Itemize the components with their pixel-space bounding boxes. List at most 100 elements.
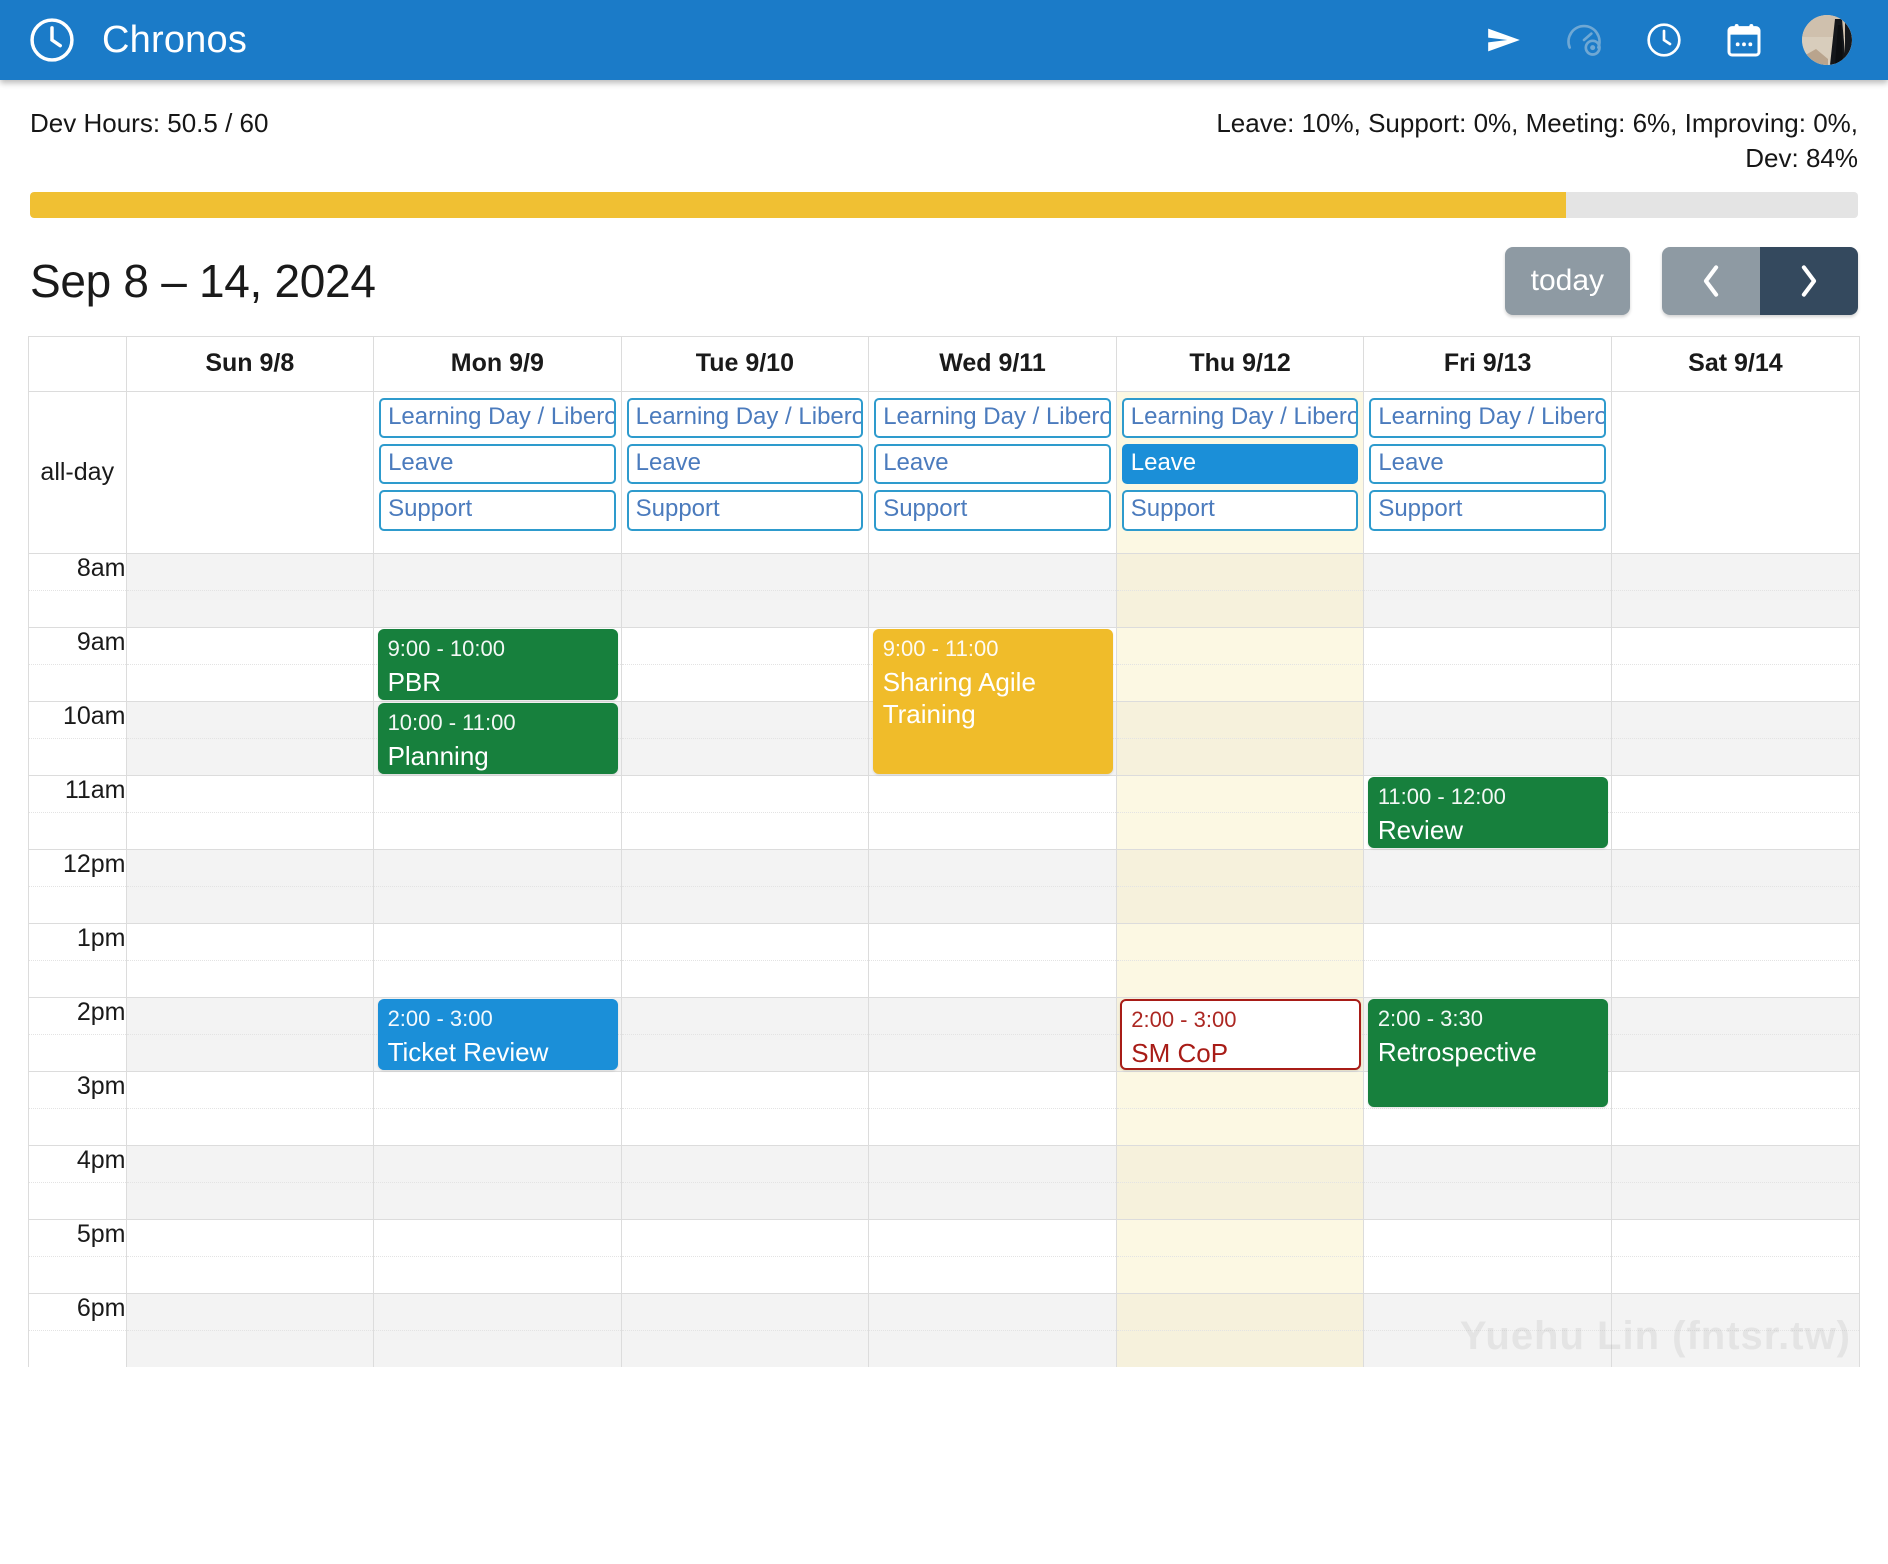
day-header-fri[interactable]: Fri 9/13 (1363, 337, 1612, 392)
time-slot-cell[interactable] (125, 1255, 375, 1294)
time-slot-cell[interactable] (620, 848, 870, 887)
time-slot-cell[interactable] (373, 1181, 622, 1220)
time-slot-cell[interactable] (1115, 1107, 1365, 1146)
time-slot-cell[interactable] (373, 774, 622, 813)
time-slot-cell[interactable] (1610, 1292, 1859, 1331)
all-day-chip[interactable]: Learning Day / Libero (626, 397, 864, 439)
time-slot-cell[interactable] (620, 626, 870, 665)
time-slot-cell[interactable] (373, 1292, 622, 1331)
time-slot-cell[interactable] (373, 885, 622, 924)
all-day-chip[interactable]: Learning Day / Libero (1121, 397, 1359, 439)
all-day-chip[interactable]: Learning Day / Libero (874, 397, 1111, 439)
time-slot-cell[interactable] (1363, 1255, 1612, 1294)
time-slot-cell[interactable] (1363, 922, 1612, 961)
time-slot-cell[interactable] (868, 996, 1117, 1035)
time-slot-cell[interactable] (1363, 959, 1612, 998)
time-slot-cell[interactable] (125, 996, 375, 1035)
time-slot-cell[interactable] (1363, 1144, 1612, 1183)
time-slot-cell[interactable] (868, 959, 1117, 998)
time-slot-cell[interactable] (1115, 922, 1365, 961)
calendar-event[interactable]: 9:00 - 10:00 PBR (377, 629, 619, 701)
time-slot-cell[interactable] (373, 811, 622, 850)
time-slot-cell[interactable] (1115, 885, 1365, 924)
all-day-cell[interactable]: Learning Day / Libero Leave Support (373, 390, 622, 554)
time-slot-cell[interactable] (125, 626, 375, 665)
calendar-event[interactable]: 2:00 - 3:00 Ticket Review (377, 999, 619, 1071)
time-slot-cell[interactable] (620, 1329, 870, 1368)
all-day-chip[interactable]: Leave (1369, 444, 1606, 485)
time-slot-cell[interactable] (125, 1033, 375, 1072)
day-header-sun[interactable]: Sun 9/8 (125, 337, 375, 392)
time-slot-cell[interactable] (125, 1218, 375, 1257)
time-slot-cell[interactable] (373, 1144, 622, 1183)
time-slot-cell[interactable] (1610, 922, 1859, 961)
calendar-event[interactable]: 10:00 - 11:00 Planning (377, 703, 619, 775)
all-day-cell[interactable]: Learning Day / Libero Leave Support (1363, 390, 1612, 554)
time-slot-cell[interactable] (1610, 774, 1859, 813)
time-slot-cell[interactable] (125, 1329, 375, 1368)
time-slot-cell[interactable] (868, 1070, 1117, 1109)
time-slot-cell[interactable] (373, 848, 622, 887)
time-slot-cell[interactable] (1115, 848, 1365, 887)
time-slot-cell[interactable] (373, 552, 622, 591)
time-slot-cell[interactable] (620, 1144, 870, 1183)
dashboard-icon[interactable] (1562, 18, 1606, 62)
time-slot-cell[interactable] (373, 922, 622, 961)
time-slot-cell[interactable] (1610, 589, 1859, 628)
time-slot-cell[interactable] (1610, 811, 1859, 850)
all-day-chip[interactable]: Leave (626, 444, 864, 485)
time-slot-cell[interactable] (868, 1107, 1117, 1146)
time-slot-cell[interactable] (125, 848, 375, 887)
time-slot-cell[interactable] (125, 1181, 375, 1220)
time-slot-cell[interactable] (868, 1255, 1117, 1294)
time-slot-cell[interactable] (1363, 848, 1612, 887)
time-slot-cell[interactable] (1610, 1218, 1859, 1257)
time-slot-cell[interactable] (620, 1218, 870, 1257)
time-slot-cell[interactable] (868, 811, 1117, 850)
time-slot-cell[interactable] (125, 811, 375, 850)
time-slot-cell[interactable] (1363, 1329, 1612, 1368)
time-slot-cell[interactable] (620, 922, 870, 961)
time-slot-cell[interactable] (868, 848, 1117, 887)
time-slot-cell[interactable] (1115, 811, 1365, 850)
time-slot-cell[interactable] (1115, 1218, 1365, 1257)
time-slot-cell[interactable] (1115, 737, 1365, 776)
time-slot-cell[interactable] (373, 1070, 622, 1109)
time-slot-cell[interactable] (1610, 700, 1859, 739)
time-slot-cell[interactable] (1115, 552, 1365, 591)
all-day-cell[interactable] (1610, 390, 1859, 554)
time-slot-cell[interactable] (620, 774, 870, 813)
time-slot-cell[interactable] (620, 885, 870, 924)
time-slot-cell[interactable] (1363, 663, 1612, 702)
time-slot-cell[interactable] (1610, 848, 1859, 887)
time-slot-cell[interactable] (1115, 959, 1365, 998)
calendar-event[interactable]: 11:00 - 12:00 Review (1367, 777, 1609, 849)
prev-week-button[interactable] (1662, 247, 1760, 316)
time-slot-cell[interactable] (1115, 589, 1365, 628)
time-slot-cell[interactable] (1610, 1033, 1859, 1072)
day-header-mon[interactable]: Mon 9/9 (373, 337, 622, 392)
time-slot-cell[interactable] (620, 589, 870, 628)
time-slot-cell[interactable] (1363, 1292, 1612, 1331)
time-slot-cell[interactable] (620, 663, 870, 702)
time-slot-cell[interactable] (1363, 589, 1612, 628)
time-slot-cell[interactable] (1610, 737, 1859, 776)
time-slot-cell[interactable] (373, 959, 622, 998)
time-slot-cell[interactable] (1610, 1181, 1859, 1220)
time-slot-cell[interactable] (1610, 663, 1859, 702)
all-day-cell[interactable]: Learning Day / Libero Leave Support (868, 390, 1117, 554)
time-slot-cell[interactable] (1610, 1255, 1859, 1294)
time-slot-cell[interactable] (373, 1218, 622, 1257)
time-slot-cell[interactable] (1363, 1181, 1612, 1220)
clock-icon[interactable] (1642, 18, 1686, 62)
day-header-thu[interactable]: Thu 9/12 (1115, 337, 1365, 392)
time-slot-cell[interactable] (1610, 1107, 1859, 1146)
time-slot-cell[interactable] (125, 1292, 375, 1331)
time-slot-cell[interactable] (1115, 700, 1365, 739)
time-slot-cell[interactable] (1610, 959, 1859, 998)
time-slot-cell[interactable] (1363, 885, 1612, 924)
all-day-chip[interactable]: Learning Day / Libero (1369, 397, 1606, 439)
time-slot-cell[interactable] (1610, 996, 1859, 1035)
all-day-chip[interactable]: Learning Day / Libero (379, 397, 616, 439)
time-slot-cell[interactable] (1610, 885, 1859, 924)
